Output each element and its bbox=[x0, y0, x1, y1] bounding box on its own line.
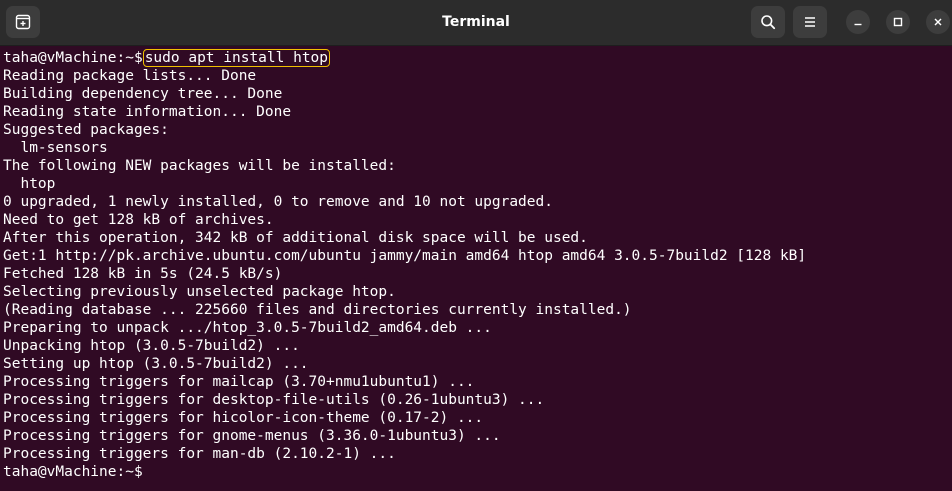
output-line: Processing triggers for hicolor-icon-the… bbox=[3, 410, 484, 426]
title-bar[interactable]: Terminal bbox=[0, 0, 952, 46]
terminal-area[interactable]: taha@vMachine:~$ sudo apt install htop Re… bbox=[0, 46, 952, 491]
output-line: 0 upgraded, 1 newly installed, 0 to remo… bbox=[3, 194, 553, 210]
search-icon bbox=[760, 14, 776, 30]
maximize-icon bbox=[893, 17, 903, 27]
new-tab-button[interactable] bbox=[6, 6, 40, 38]
terminal-window: Terminal taha@vMachine:~$ sudo apt insta… bbox=[0, 0, 952, 491]
close-icon bbox=[933, 17, 943, 27]
output-line: Processing triggers for mailcap (3.70+nm… bbox=[3, 374, 475, 390]
output-block: Reading package lists... Done Building de… bbox=[3, 67, 806, 463]
output-line: After this operation, 342 kB of addition… bbox=[3, 230, 588, 246]
output-line: Get:1 http://pk.archive.ubuntu.com/ubunt… bbox=[3, 248, 807, 264]
output-line: The following NEW packages will be insta… bbox=[3, 158, 396, 174]
output-line: Preparing to unpack .../htop_3.0.5-7buil… bbox=[3, 320, 492, 336]
output-line: Setting up htop (3.0.5-7build2) ... bbox=[3, 356, 309, 372]
minimize-icon bbox=[853, 17, 863, 27]
prompt: taha@vMachine:~$ bbox=[3, 50, 143, 66]
final-prompt-line: taha@vMachine:~$ bbox=[3, 463, 806, 481]
minimize-button[interactable] bbox=[846, 10, 870, 34]
output-line: Selecting previously unselected package … bbox=[3, 284, 396, 300]
prompt-line: taha@vMachine:~$ sudo apt install htop bbox=[3, 49, 806, 67]
output-line: lm-sensors bbox=[3, 140, 108, 156]
output-line: htop bbox=[3, 176, 56, 192]
new-tab-icon bbox=[15, 14, 31, 30]
output-line: Suggested packages: bbox=[3, 122, 169, 138]
output-line: Building dependency tree... Done bbox=[3, 86, 283, 102]
output-line: Fetched 128 kB in 5s (24.5 kB/s) bbox=[3, 266, 283, 282]
final-prompt: taha@vMachine:~$ bbox=[3, 464, 143, 480]
search-button[interactable] bbox=[751, 6, 785, 38]
output-line: Need to get 128 kB of archives. bbox=[3, 212, 274, 228]
output-line: Processing triggers for man-db (2.10.2-1… bbox=[3, 446, 396, 462]
command-highlight: sudo apt install htop bbox=[142, 49, 331, 67]
output-line: (Reading database ... 225660 files and d… bbox=[3, 302, 632, 318]
output-line: Processing triggers for desktop-file-uti… bbox=[3, 392, 545, 408]
hamburger-menu-icon bbox=[803, 15, 817, 29]
menu-button[interactable] bbox=[793, 6, 827, 38]
output-line: Processing triggers for gnome-menus (3.3… bbox=[3, 428, 501, 444]
maximize-button[interactable] bbox=[886, 10, 910, 34]
output-line: Reading package lists... Done bbox=[3, 68, 257, 84]
output-line: Reading state information... Done bbox=[3, 104, 292, 120]
close-button[interactable] bbox=[926, 10, 950, 34]
output-line: Unpacking htop (3.0.5-7build2) ... bbox=[3, 338, 300, 354]
